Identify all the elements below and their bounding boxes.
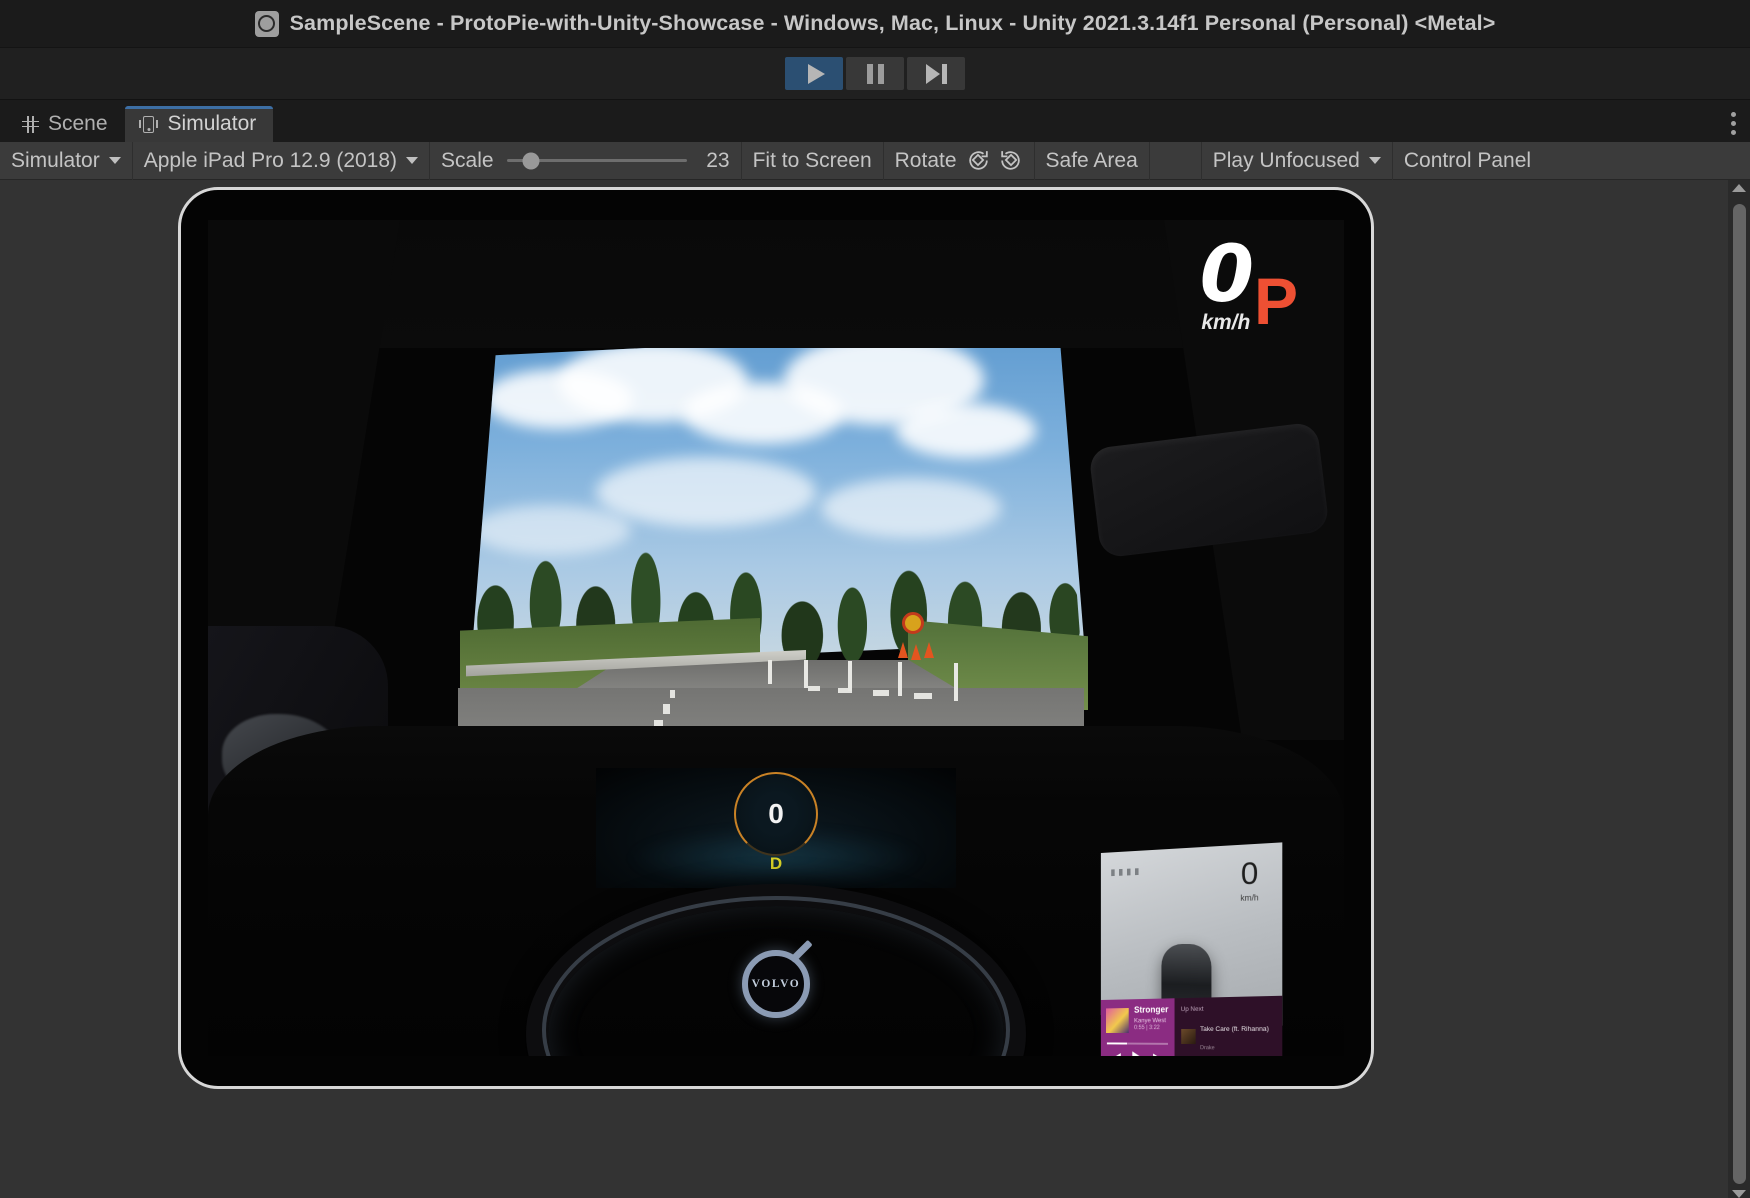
more-vertical-icon[interactable]: [1731, 112, 1736, 135]
play-button[interactable]: [785, 57, 843, 90]
grid-icon: [22, 116, 39, 133]
pause-button[interactable]: [846, 57, 904, 90]
fit-to-screen-button[interactable]: Fit to Screen: [742, 142, 884, 180]
up-next-title: Take Care (ft. Rihanna): [1200, 1026, 1269, 1033]
scale-value: 23: [700, 149, 730, 173]
rotate-ccw-icon[interactable]: [966, 148, 991, 173]
next-track-icon[interactable]: [1153, 1054, 1159, 1056]
simulator-viewport[interactable]: 0 D VOLVO 0 km/h: [0, 180, 1750, 1198]
up-next-label: Up Next: [1181, 1004, 1283, 1013]
scale-label: Scale: [441, 149, 494, 173]
rotate-control[interactable]: Rotate: [884, 142, 1035, 180]
playback-controls: [1101, 1051, 1174, 1056]
toolbar-spacer: [1150, 142, 1202, 180]
safe-area-button[interactable]: Safe Area: [1035, 142, 1150, 180]
tab-scene-label: Scene: [48, 112, 108, 136]
tab-scene[interactable]: Scene: [8, 106, 125, 142]
device-icon: [139, 115, 159, 133]
cluster-speed-value: 0: [768, 800, 784, 828]
simulator-toolbar: Simulator Apple iPad Pro 12.9 (2018) Sca…: [0, 142, 1750, 180]
progress-bar[interactable]: [1107, 1042, 1168, 1044]
infotainment-speed: 0 km/h: [1240, 858, 1258, 902]
now-playing-panel[interactable]: Stronger Kanye West 0:55 | 3:22: [1101, 998, 1174, 1056]
infotainment-speed-unit: km/h: [1240, 893, 1258, 903]
tab-strip: Scene Simulator: [0, 100, 1750, 142]
rotate-label: Rotate: [895, 149, 957, 173]
scrollbar-thumb[interactable]: [1733, 204, 1746, 1184]
scale-slider[interactable]: [507, 159, 687, 162]
previous-track-icon[interactable]: [1114, 1053, 1120, 1056]
cluster-gear-indicator: D: [770, 854, 782, 874]
instrument-cluster: 0 D: [596, 768, 956, 888]
volvo-logo-icon: VOLVO: [742, 950, 810, 1018]
step-button[interactable]: [907, 57, 965, 90]
safe-area-label: Safe Area: [1046, 149, 1138, 173]
pause-icon: [867, 64, 884, 84]
device-frame: 0 D VOLVO 0 km/h: [178, 187, 1374, 1089]
scale-control[interactable]: Scale 23: [430, 142, 742, 180]
play-icon: [808, 64, 825, 84]
view-mode-dropdown[interactable]: Simulator: [0, 142, 133, 180]
track-time: 0:55 | 3:22: [1134, 1025, 1168, 1031]
view-mode-label: Simulator: [11, 149, 100, 173]
device-label: Apple iPad Pro 12.9 (2018): [144, 149, 397, 173]
scroll-down-icon[interactable]: [1732, 1190, 1746, 1198]
vertical-scrollbar[interactable]: [1728, 180, 1750, 1198]
device-dropdown[interactable]: Apple iPad Pro 12.9 (2018): [133, 142, 430, 180]
hud-gear-indicator: P: [1254, 272, 1298, 331]
tab-simulator-label: Simulator: [168, 112, 257, 136]
chevron-down-icon: [406, 157, 418, 164]
play-track-icon[interactable]: [1132, 1051, 1141, 1056]
control-panel-button[interactable]: Control Panel: [1393, 142, 1542, 180]
game-scene: 0 D VOLVO 0 km/h: [208, 220, 1344, 1056]
fit-to-screen-label: Fit to Screen: [753, 149, 872, 173]
device-screen[interactable]: 0 D VOLVO 0 km/h: [208, 220, 1344, 1056]
hud-speed-value: 0: [1200, 242, 1252, 309]
step-icon: [926, 64, 947, 84]
play-mode-dropdown[interactable]: Play Unfocused: [1202, 142, 1393, 180]
speed-gauge: 0: [734, 772, 818, 856]
list-item[interactable]: Take Care (ft. Rihanna) Drake: [1181, 1017, 1283, 1056]
playmode-toolbar: [0, 48, 1750, 100]
window-title-bar: SampleScene - ProtoPie-with-Unity-Showca…: [0, 0, 1750, 48]
chevron-down-icon: [1369, 157, 1381, 164]
track-thumbnail: [1181, 1028, 1195, 1043]
window-title: SampleScene - ProtoPie-with-Unity-Showca…: [290, 11, 1496, 36]
album-art: [1106, 1008, 1129, 1033]
tab-simulator[interactable]: Simulator: [125, 106, 274, 142]
track-title: Stronger: [1134, 1005, 1168, 1015]
scroll-up-icon[interactable]: [1732, 184, 1746, 192]
hud-speed-unit: km/h: [1201, 311, 1250, 335]
road-sign: [902, 612, 924, 634]
infotainment-speed-value: 0: [1240, 858, 1258, 890]
status-icons: [1111, 868, 1138, 876]
unity-logo-icon: [255, 11, 279, 37]
scale-slider-handle[interactable]: [522, 152, 539, 169]
control-panel-label: Control Panel: [1404, 149, 1531, 173]
music-player[interactable]: Stronger Kanye West 0:55 | 3:22 Up Next: [1101, 996, 1282, 1056]
track-artist: Kanye West: [1134, 1017, 1168, 1024]
chevron-down-icon: [109, 157, 121, 164]
hud-overlay: 0 km/h P: [1200, 242, 1298, 335]
rotate-cw-icon[interactable]: [998, 148, 1023, 173]
up-next-artist: Drake: [1200, 1045, 1215, 1051]
up-next-panel[interactable]: Up Next Take Care (ft. Rihanna) Drake: [1174, 996, 1282, 1056]
play-mode-label: Play Unfocused: [1213, 149, 1360, 173]
